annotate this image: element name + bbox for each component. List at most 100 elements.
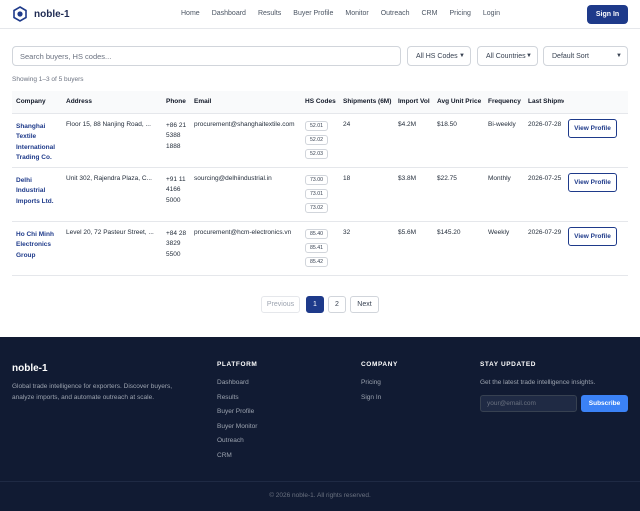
address: Floor 15, 88 Nanjing Road, ... <box>66 120 151 128</box>
actions-cell: View Profile <box>564 113 628 167</box>
nav-monitor[interactable]: Monitor <box>345 10 368 17</box>
col-avg-unit-price[interactable]: Avg Unit Price <box>433 91 484 113</box>
results-count: Showing 1–3 of 5 buyers <box>12 76 84 83</box>
hs-codes-select[interactable]: All HS Codes ▼ <box>407 46 471 66</box>
phone: +91 11 4166 5000 <box>166 175 186 204</box>
subscribe-button[interactable]: Subscribe <box>581 395 628 412</box>
col-shipments[interactable]: Shipments (6M) <box>339 91 394 113</box>
search-input[interactable] <box>12 46 401 66</box>
col-last-shipment[interactable]: Last Shipme <box>524 91 564 113</box>
last-shipment: 2026-07-28 <box>528 120 562 128</box>
hs-code-badge: 85.40 <box>305 228 328 239</box>
footer-brand: noble-1 <box>12 363 48 374</box>
address: Level 20, 72 Pasteur Street, ... <box>66 228 154 236</box>
pagination-next[interactable]: Next <box>350 296 379 313</box>
view-profile-button[interactable]: View Profile <box>568 118 617 138</box>
footer-link-pricing[interactable]: Pricing <box>361 379 381 394</box>
col-frequency[interactable]: Frequency <box>484 91 524 113</box>
main-nav: Home Dashboard Results Buyer Profile Mon… <box>181 10 512 17</box>
col-hs-codes[interactable]: HS Codes <box>301 91 339 113</box>
hs-code-badge: 73.00 <box>305 174 328 185</box>
col-phone[interactable]: Phone <box>162 91 190 113</box>
footer-link-crm[interactable]: CRM <box>217 452 257 467</box>
actions-cell: View Profile <box>564 167 628 221</box>
company-name[interactable]: Shanghai Textile International Trading C… <box>12 113 62 167</box>
nav-pricing[interactable]: Pricing <box>449 10 470 17</box>
pagination-page-1[interactable]: 1 <box>306 296 324 313</box>
pagination-page-2[interactable]: 2 <box>328 296 346 313</box>
avg-unit-price: $18.50 <box>437 120 457 128</box>
hs-code-badge: 52.01 <box>305 120 328 131</box>
shipments: 18 <box>343 174 351 182</box>
frequency: Bi-weekly <box>488 120 516 128</box>
hs-code-badge: 73.02 <box>305 202 328 213</box>
sign-in-button[interactable]: Sign In <box>587 5 628 24</box>
sort-value: Default Sort <box>552 52 589 60</box>
view-profile-button[interactable]: View Profile <box>568 172 617 192</box>
hs-codes-cell: 73.00 73.01 73.02 <box>301 167 339 221</box>
footer-link-results[interactable]: Results <box>217 394 257 409</box>
footer-link-dashboard[interactable]: Dashboard <box>217 379 257 394</box>
hs-code-badge: 85.42 <box>305 256 328 267</box>
nav-results[interactable]: Results <box>258 10 281 17</box>
company-name[interactable]: Ho Chi Minh Electronics Group <box>12 221 62 275</box>
table-header-row: Company Address Phone Email HS Codes Shi… <box>12 91 628 113</box>
footer-link-buyer-monitor[interactable]: Buyer Monitor <box>217 423 257 438</box>
avg-unit-price: $22.75 <box>437 174 457 182</box>
col-actions <box>564 91 628 113</box>
footer-link-outreach[interactable]: Outreach <box>217 437 257 452</box>
email: procurement@shanghaitextile.com <box>194 120 295 128</box>
import-vol: $5.6M <box>398 228 417 236</box>
pagination-previous[interactable]: Previous <box>261 296 300 313</box>
buyers-table-container: Company Address Phone Email HS Codes Shi… <box>12 91 628 277</box>
footer-link-sign-in[interactable]: Sign In <box>361 394 381 409</box>
footer-platform-heading: PLATFORM <box>217 361 258 368</box>
col-email[interactable]: Email <box>190 91 301 113</box>
hs-codes-cell: 52.01 52.02 52.03 <box>301 113 339 167</box>
brand-name: noble-1 <box>34 8 70 20</box>
nav-dashboard[interactable]: Dashboard <box>212 10 246 17</box>
table-row: Ho Chi Minh Electronics Group Level 20, … <box>12 221 628 275</box>
hs-codes-value: All HS Codes <box>416 52 458 60</box>
email: sourcing@delhiindustrial.in <box>194 174 272 182</box>
brand-logo[interactable]: noble-1 <box>12 6 70 22</box>
last-shipment: 2026-07-25 <box>528 174 562 182</box>
footer-link-buyer-profile[interactable]: Buyer Profile <box>217 408 257 423</box>
newsletter-email-input[interactable] <box>480 395 577 412</box>
table-row: Shanghai Textile International Trading C… <box>12 113 628 167</box>
footer-stay-heading: STAY UPDATED <box>480 361 537 368</box>
countries-select[interactable]: All Countries ▼ <box>477 46 538 66</box>
nav-buyer-profile[interactable]: Buyer Profile <box>293 10 333 17</box>
import-vol: $3.8M <box>398 174 417 182</box>
email: procurement@hcm-electronics.vn <box>194 228 292 236</box>
footer-platform-links: Dashboard Results Buyer Profile Buyer Mo… <box>217 379 257 466</box>
view-profile-button[interactable]: View Profile <box>568 226 617 246</box>
last-shipment: 2026-07-29 <box>528 228 562 236</box>
nav-home[interactable]: Home <box>181 10 200 17</box>
nav-login[interactable]: Login <box>483 10 500 17</box>
table-row: Delhi Industrial Imports Ltd. Unit 302, … <box>12 167 628 221</box>
address: Unit 302, Rajendra Plaza, C... <box>66 174 152 182</box>
footer-company-heading: COMPANY <box>361 361 398 368</box>
col-address[interactable]: Address <box>62 91 162 113</box>
countries-value: All Countries <box>486 52 526 60</box>
hexagon-logo-icon <box>13 6 27 22</box>
nav-crm[interactable]: CRM <box>422 10 438 17</box>
top-navbar: noble-1 Home Dashboard Results Buyer Pro… <box>0 0 640 29</box>
shipments: 32 <box>343 228 351 236</box>
chevron-down-icon: ▼ <box>616 53 622 59</box>
chevron-down-icon: ▼ <box>526 53 532 59</box>
company-name[interactable]: Delhi Industrial Imports Ltd. <box>12 167 62 221</box>
frequency: Weekly <box>488 228 510 236</box>
chevron-down-icon: ▼ <box>459 53 465 59</box>
col-company[interactable]: Company <box>12 91 62 113</box>
col-import-vol[interactable]: Import Vol <box>394 91 433 113</box>
nav-outreach[interactable]: Outreach <box>381 10 410 17</box>
hs-code-badge: 73.01 <box>305 188 328 199</box>
sort-select[interactable]: Default Sort ▼ <box>543 46 628 66</box>
hs-code-badge: 85.41 <box>305 242 328 253</box>
actions-cell: View Profile <box>564 221 628 275</box>
shipments: 24 <box>343 120 351 128</box>
footer-copyright: © 2026 noble-1. All rights reserved. <box>269 492 371 499</box>
hs-codes-cell: 85.40 85.41 85.42 <box>301 221 339 275</box>
